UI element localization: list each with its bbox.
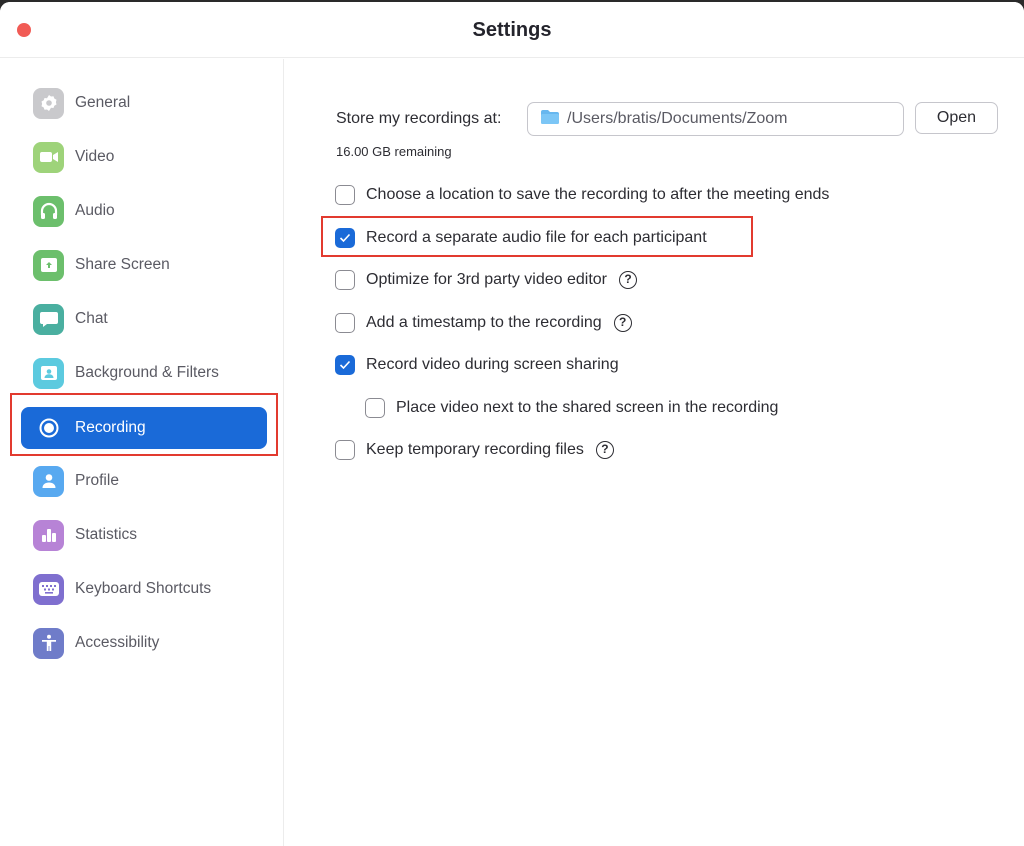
option-label: Record a separate audio file for each pa… bbox=[366, 229, 707, 246]
video-camera-icon bbox=[33, 141, 64, 173]
sidebar-item-label: General bbox=[75, 94, 131, 111]
checkbox[interactable] bbox=[335, 313, 355, 333]
sidebar-item-profile[interactable]: Profile bbox=[21, 460, 267, 502]
checkbox[interactable] bbox=[335, 270, 355, 290]
checkmark-icon bbox=[339, 360, 351, 370]
option-optimize-3rd-party[interactable]: Optimize for 3rd party video editor ? bbox=[335, 268, 637, 292]
sidebar-item-label: Video bbox=[75, 148, 115, 165]
sidebar-item-label: Chat bbox=[75, 310, 108, 327]
title-bar: Settings bbox=[0, 2, 1024, 58]
window-title: Settings bbox=[472, 19, 552, 41]
bar-chart-icon bbox=[33, 519, 64, 551]
sidebar-item-share-screen[interactable]: Share Screen bbox=[21, 244, 267, 286]
sidebar-item-accessibility[interactable]: Accessibility bbox=[21, 622, 267, 664]
checkbox[interactable] bbox=[335, 355, 355, 375]
recording-path-field[interactable]: /Users/bratis/Documents/Zoom bbox=[527, 102, 904, 136]
recording-settings-panel: Store my recordings at: /Users/bratis/Do… bbox=[285, 59, 1024, 846]
sidebar-item-label: Audio bbox=[75, 202, 115, 219]
record-icon bbox=[33, 413, 64, 444]
chat-bubble-icon bbox=[33, 303, 64, 335]
option-label: Place video next to the shared screen in… bbox=[396, 399, 779, 416]
sidebar-item-chat[interactable]: Chat bbox=[21, 298, 267, 340]
option-timestamp[interactable]: Add a timestamp to the recording ? bbox=[335, 311, 632, 335]
recording-path-value: /Users/bratis/Documents/Zoom bbox=[567, 110, 788, 127]
settings-window: Settings General Video Audio Share Scree… bbox=[0, 2, 1024, 846]
gear-icon bbox=[33, 87, 64, 119]
open-folder-button[interactable]: Open bbox=[915, 102, 998, 134]
checkbox[interactable] bbox=[365, 398, 385, 418]
sidebar-item-general[interactable]: General bbox=[21, 82, 267, 124]
sidebar-item-label: Background & Filters bbox=[75, 364, 219, 381]
accessibility-icon bbox=[33, 627, 64, 659]
option-label: Add a timestamp to the recording bbox=[366, 314, 602, 331]
checkbox[interactable] bbox=[335, 185, 355, 205]
checkbox[interactable] bbox=[335, 228, 355, 248]
store-location-label: Store my recordings at: bbox=[336, 110, 502, 127]
sidebar-item-keyboard-shortcuts[interactable]: Keyboard Shortcuts bbox=[21, 568, 267, 610]
help-icon[interactable]: ? bbox=[595, 441, 614, 459]
sidebar-item-label: Keyboard Shortcuts bbox=[75, 580, 212, 597]
folder-icon bbox=[540, 109, 560, 130]
option-label: Choose a location to save the recording … bbox=[366, 186, 830, 203]
share-screen-icon bbox=[33, 249, 64, 281]
option-choose-location[interactable]: Choose a location to save the recording … bbox=[335, 183, 829, 207]
profile-person-icon bbox=[33, 465, 64, 497]
sidebar-item-label: Share Screen bbox=[75, 256, 170, 273]
sidebar-item-label: Statistics bbox=[75, 526, 138, 543]
sidebar-item-statistics[interactable]: Statistics bbox=[21, 514, 267, 556]
sidebar-item-label: Recording bbox=[75, 419, 146, 436]
background-person-icon bbox=[33, 357, 64, 389]
storage-remaining: 16.00 GB remaining bbox=[336, 144, 452, 159]
option-keep-temp-files[interactable]: Keep temporary recording files ? bbox=[335, 438, 614, 462]
option-label: Keep temporary recording files bbox=[366, 441, 584, 458]
sidebar-item-video[interactable]: Video bbox=[21, 136, 267, 178]
option-record-video-screen-sharing[interactable]: Record video during screen sharing bbox=[335, 353, 619, 377]
option-label: Record video during screen sharing bbox=[366, 356, 619, 373]
help-icon[interactable]: ? bbox=[619, 271, 637, 289]
sidebar-item-label: Profile bbox=[75, 472, 119, 489]
sidebar: General Video Audio Share Screen Chat Ba… bbox=[0, 59, 284, 846]
checkbox[interactable] bbox=[335, 440, 355, 460]
sidebar-item-audio[interactable]: Audio bbox=[21, 190, 267, 232]
sidebar-item-recording[interactable]: Recording bbox=[21, 407, 267, 449]
sidebar-item-background-filters[interactable]: Background & Filters bbox=[21, 352, 267, 394]
option-place-video-next-to-screen[interactable]: Place video next to the shared screen in… bbox=[365, 396, 778, 420]
sidebar-item-label: Accessibility bbox=[75, 634, 160, 651]
help-icon[interactable]: ? bbox=[613, 314, 632, 332]
keyboard-icon bbox=[33, 573, 64, 605]
option-separate-audio[interactable]: Record a separate audio file for each pa… bbox=[335, 226, 707, 250]
checkmark-icon bbox=[339, 233, 351, 243]
option-label: Optimize for 3rd party video editor bbox=[366, 271, 607, 288]
headphones-icon bbox=[33, 195, 64, 227]
